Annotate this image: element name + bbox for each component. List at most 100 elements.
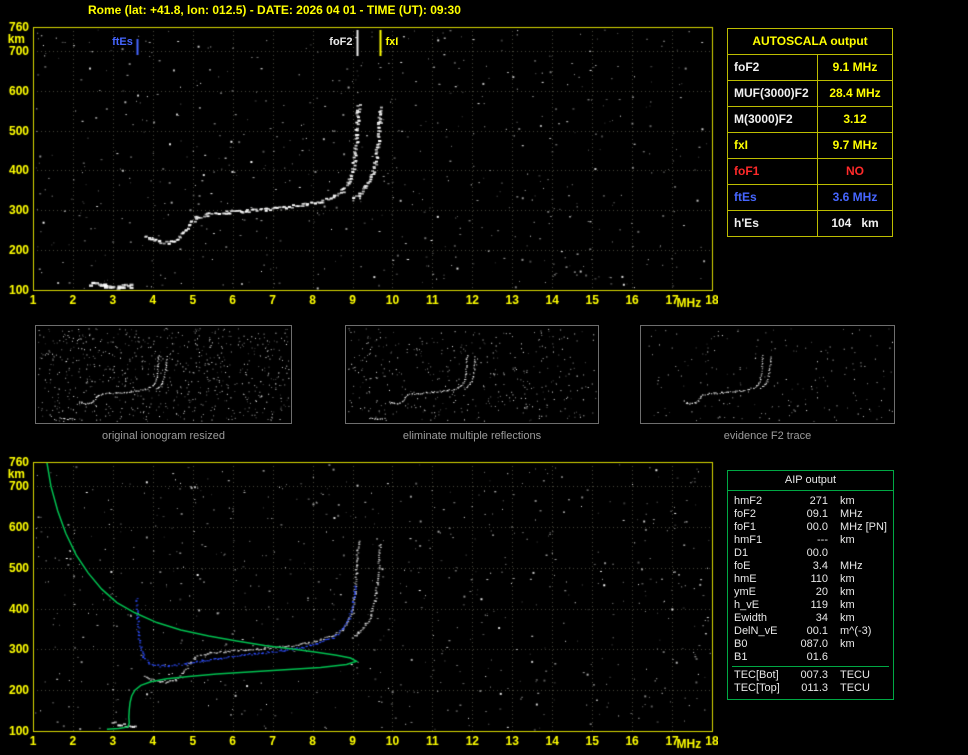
param-value: 9.7 MHz: [817, 133, 892, 158]
param-label: MUF(3000)F2: [734, 86, 809, 100]
param-value: 20: [815, 586, 828, 598]
param-note: [887, 625, 889, 638]
autoscala-header: AUTOSCALA output: [728, 29, 892, 55]
thumbnail-eliminate-reflections: [345, 325, 599, 424]
thumbnail-canvas: [36, 326, 291, 423]
param-value: 110: [810, 573, 828, 585]
param-value: 011.3: [801, 682, 828, 694]
aip-row: foE 3.4 MHz: [734, 560, 889, 573]
param-label: foF1: [734, 164, 760, 178]
param-value: 34: [815, 612, 828, 624]
param-note: [887, 573, 889, 586]
param-name: TEC[Top]: [734, 682, 780, 694]
param-note: [887, 612, 889, 625]
main-ionogram-canvas: [4, 20, 718, 316]
table-row: foF1 NO: [728, 159, 892, 185]
param-unit: [828, 547, 840, 560]
thumbnail-evidence-f2-trace: [640, 325, 895, 424]
param-name: h_vE: [734, 599, 760, 611]
param-note: [887, 495, 889, 508]
fof2-marker-label: foF2: [329, 36, 353, 48]
ftes-marker-label: ftEs: [112, 36, 133, 48]
param-unit: km: [840, 573, 855, 585]
table-row: M(3000)F2 3.12: [728, 107, 892, 133]
aip-row: B0 087.0 km: [734, 638, 889, 651]
param-value: 087.0: [800, 638, 828, 650]
thumbnail-caption: eliminate multiple reflections: [402, 430, 542, 442]
param-label: h'Es: [734, 216, 759, 230]
param-name: TEC[Bot]: [734, 669, 779, 681]
param-value: 3.12: [817, 107, 892, 132]
param-name: hmF2: [734, 495, 763, 507]
table-row: MUF(3000)F2 28.4 MHz: [728, 81, 892, 107]
param-unit: MHz: [840, 560, 863, 572]
param-note: [887, 682, 889, 695]
param-note: [PN]: [865, 521, 887, 533]
aip-row: TEC[Top] 011.3 TECU: [734, 682, 889, 695]
param-name: D1: [734, 547, 749, 559]
table-row: fxI 9.7 MHz: [728, 133, 892, 159]
param-unit: km: [840, 599, 855, 611]
param-label: M(3000)F2: [734, 112, 793, 126]
param-value: 271: [809, 495, 828, 507]
aip-row: h_vE 119 km: [734, 599, 889, 612]
param-note: [887, 651, 889, 664]
profile-ionogram-panel: [4, 455, 718, 755]
param-unit: km: [840, 586, 855, 598]
param-unit: km: [840, 534, 855, 546]
table-row: foF2 9.1 MHz: [728, 55, 892, 81]
param-value: 119: [810, 599, 828, 611]
aip-row: hmF2 271 km: [734, 495, 889, 508]
param-value: 00.0: [806, 547, 828, 559]
param-unit: MHz: [840, 508, 863, 520]
thumbnail-caption: original ionogram resized: [102, 430, 225, 442]
param-name: foE: [734, 560, 751, 572]
aip-row: TEC[Bot] 007.3 TECU: [734, 669, 889, 682]
param-value: 01.6: [806, 651, 828, 663]
param-name: B1: [734, 651, 748, 663]
param-value: 00.0: [806, 521, 828, 533]
param-name: foF1: [734, 521, 757, 533]
param-value: 00.1: [806, 625, 828, 637]
autoscala-app-window: Rome (lat: +41.8, lon: 012.5) - DATE: 20…: [0, 0, 968, 755]
param-note: [887, 586, 889, 599]
thumbnail-caption: evidence F2 trace: [723, 430, 812, 442]
param-note: [887, 560, 889, 573]
window-title: Rome (lat: +41.8, lon: 012.5) - DATE: 20…: [88, 3, 461, 17]
aip-row: DelN_vE 00.1 m^(-3): [734, 625, 889, 638]
param-unit: MHz: [840, 521, 863, 533]
param-unit: m^(-3): [840, 625, 872, 637]
param-note: [887, 599, 889, 612]
aip-row: foF2 09.1 MHz: [734, 508, 889, 521]
param-unit: km: [840, 612, 855, 624]
param-note: [887, 669, 889, 682]
profile-ionogram-canvas: [4, 455, 718, 755]
aip-row: ymE 20 km: [734, 586, 889, 599]
param-value: 28.4 MHz: [817, 81, 892, 106]
param-unit: km: [840, 638, 855, 650]
param-unit: [828, 651, 840, 664]
param-name: ymE: [734, 586, 756, 598]
param-value: 09.1: [806, 508, 828, 520]
param-value: NO: [817, 159, 892, 184]
aip-separator: [732, 666, 889, 667]
param-unit: TECU: [840, 682, 870, 694]
param-note: [887, 534, 889, 547]
param-value: 3.6 MHz: [817, 185, 892, 210]
table-row: h'Es 104 km: [728, 211, 892, 236]
param-note: [887, 638, 889, 651]
aip-row: foF1 00.0 MHz [PN]: [734, 521, 889, 534]
param-note: [887, 508, 889, 521]
param-name: Ewidth: [734, 612, 768, 624]
param-name: B0: [734, 638, 748, 650]
aip-row: B1 01.6: [734, 651, 889, 664]
param-unit: TECU: [840, 669, 870, 681]
param-name: DelN_vE: [734, 625, 778, 637]
aip-row: Ewidth 34 km: [734, 612, 889, 625]
param-label: foF2: [734, 60, 760, 74]
param-value: ---: [817, 534, 828, 546]
aip-body: hmF2 271 km foF2 09.1 MHz foF1 00.0 MHz [PN] hm…: [728, 491, 893, 699]
param-name: foF2: [734, 508, 757, 520]
thumbnail-canvas: [641, 326, 894, 423]
autoscala-output-panel: AUTOSCALA output foF2 9.1 MHz MUF(3000)F…: [727, 28, 893, 237]
